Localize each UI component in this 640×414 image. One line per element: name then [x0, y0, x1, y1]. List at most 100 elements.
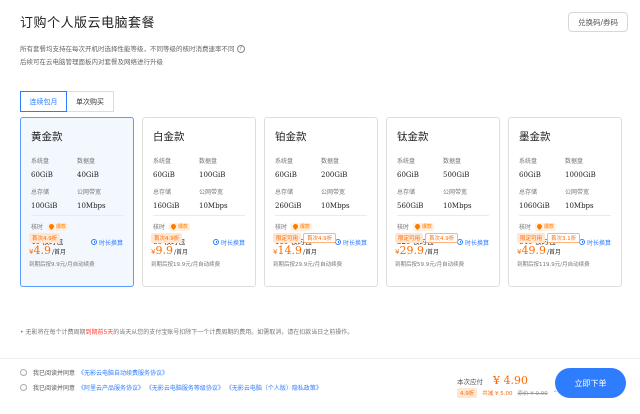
intro-line-2: 后续可在云电脑管理面板内对套餐及网络进行升级: [20, 58, 163, 66]
duration-label: 核时: [31, 224, 44, 231]
hour-conversion-link[interactable]: 时长换算: [90, 238, 123, 247]
system-disk-label: 系统盘: [397, 158, 416, 165]
bandwidth-value: 10Mbps: [321, 202, 350, 210]
renew-text: 到期后按9.9元/月自动续费: [29, 262, 95, 268]
plan-tags: 限定可用 首次3.1折: [517, 233, 581, 243]
fire-icon: [169, 222, 178, 231]
total-storage-value: 100GiB: [31, 202, 58, 210]
note-highlight: 到期前5天: [85, 329, 114, 336]
bandwidth-label: 公网带宽: [443, 189, 468, 196]
hour-conversion-label: 时长换算: [98, 239, 123, 247]
plan-card[interactable]: 钛金款 系统盘 60GiB 数据盘 500GiB 总存储 560GiB 公网带宽…: [386, 117, 500, 287]
hot-badge: 爆款: [291, 222, 313, 231]
total-payable: 本次应付 ¥ 4.90: [457, 374, 528, 387]
price-area: 限定可用 首次4.9折 ¥ 29.9 /首月 到期后按59.9元/月自动续费: [387, 233, 499, 286]
plan-tag: 限定可用: [395, 233, 424, 243]
price-area: 首次4.9折 ¥ 9.9 /首月 到期后按19.9元/月自动续费: [143, 233, 255, 286]
hour-conversion-link[interactable]: 时长换算: [212, 238, 245, 247]
plan-price: 14.9: [277, 244, 302, 257]
total-storage-label: 总存储: [275, 189, 294, 196]
plan-card[interactable]: 铂金款 系统盘 60GiB 数据盘 200GiB 总存储 260GiB 公网带宽…: [264, 117, 378, 287]
plan-name: 钛金款: [397, 131, 429, 143]
agreement-row-2[interactable]: 我已阅读并同意 《阿里云产品服务协议》 《无影云电脑服务等级协议》 《无影云电脑…: [20, 383, 322, 392]
plan-tag: 首次3.1折: [547, 233, 581, 243]
fire-icon: [47, 222, 56, 231]
hour-conversion-label: 时长换算: [220, 239, 245, 247]
hot-badge: 爆款: [169, 222, 191, 231]
help-icon[interactable]: ?: [236, 45, 245, 53]
renew-text: 到期后按19.9元/月自动续费: [151, 262, 221, 268]
plan-price: 4.9: [33, 244, 51, 257]
plan-card[interactable]: 黄金款 系统盘 60GiB 数据盘 40GiB 总存储 100GiB 公网带宽 …: [20, 117, 134, 287]
bandwidth-label: 公网带宽: [77, 189, 102, 196]
fire-icon: [413, 222, 422, 231]
hour-conversion-link[interactable]: 时长换算: [578, 238, 611, 247]
bandwidth-value: 10Mbps: [565, 202, 594, 210]
divider: [275, 215, 367, 216]
total-storage-label: 总存储: [519, 189, 538, 196]
total-storage-label: 总存储: [153, 189, 172, 196]
plan-tags: 首次4.9折: [151, 233, 183, 243]
system-disk-value: 60GiB: [397, 171, 419, 179]
discount-tag: 4.9折: [457, 388, 478, 398]
plan-tag: 首次4.9折: [425, 233, 459, 243]
total-price: ¥ 4.90: [493, 374, 528, 387]
data-disk-value: 200GiB: [321, 171, 348, 179]
data-disk-value: 1000GiB: [565, 171, 596, 179]
hour-conversion-label: 时长换算: [342, 239, 367, 247]
agreement-checkbox-1[interactable]: [20, 369, 27, 376]
price-area: 限定可用 首次3.1折 ¥ 49.9 /首月 到期后按119.9元/月自动续费: [509, 233, 621, 286]
page-title: 订购个人版云电脑套餐: [20, 16, 156, 31]
system-disk-label: 系统盘: [31, 158, 50, 165]
place-order-button[interactable]: 立即下单: [555, 368, 626, 398]
data-disk-label: 数据盘: [565, 158, 584, 165]
data-disk-label: 数据盘: [199, 158, 218, 165]
system-disk-label: 系统盘: [275, 158, 294, 165]
agreement-prefix-1: 我已阅读并同意: [33, 370, 76, 377]
divider: [519, 215, 611, 216]
hour-conversion-link[interactable]: 时长换算: [334, 238, 367, 247]
plan-cards: 黄金款 系统盘 60GiB 数据盘 40GiB 总存储 100GiB 公网带宽 …: [20, 117, 622, 287]
system-disk-value: 60GiB: [519, 171, 541, 179]
price-area: 限定可用 首次4.9折 ¥ 14.9 /首月 到期后按29.9元/月自动续费: [265, 233, 377, 286]
service-agreements-link[interactable]: 《阿里云产品服务协议》 《无影云电脑服务等级协议》 《无影云电脑（个人版）隐私政…: [78, 383, 322, 392]
clock-icon: [90, 239, 97, 245]
plan-price: 29.9: [399, 244, 424, 257]
renew-text: 到期后按59.9元/月自动续费: [395, 262, 465, 268]
redeem-code-button[interactable]: 兑换码/券码: [568, 12, 628, 32]
data-disk-label: 数据盘: [77, 158, 96, 165]
bandwidth-value: 10Mbps: [199, 202, 228, 210]
total-storage-label: 总存储: [31, 189, 50, 196]
saved-amount: 共减 ¥ 5.00: [482, 391, 513, 397]
divider: [153, 215, 245, 216]
agreement-prefix-2: 我已阅读并同意: [33, 385, 76, 392]
plan-card[interactable]: 墨金款 系统盘 60GiB 数据盘 1000GiB 总存储 1060GiB 公网…: [508, 117, 622, 287]
plan-card[interactable]: 白金款 系统盘 60GiB 数据盘 100GiB 总存储 160GiB 公网带宽…: [142, 117, 256, 287]
agreement-checkbox-2[interactable]: [20, 384, 27, 391]
duration-label: 核时: [275, 224, 288, 231]
bandwidth-value: 10Mbps: [77, 202, 106, 210]
bandwidth-label: 公网带宽: [199, 189, 224, 196]
total-storage-value: 1060GiB: [519, 202, 550, 210]
note-suffix: 的当天从您的支付宝账号扣除下一个计费周期的费用。如需取消，请在扣款当日之前操作。: [113, 329, 354, 336]
system-disk-label: 系统盘: [519, 158, 538, 165]
divider: [397, 215, 489, 216]
auto-renew-agreement-link[interactable]: 《无影云电脑自动续费服务协议》: [78, 368, 168, 377]
renew-text: 到期后按119.9元/月自动续费: [517, 262, 590, 268]
note-prefix: • 无影将在每个计费周期: [20, 329, 86, 336]
hot-badge-label: 爆款: [544, 224, 555, 230]
intro-line-1: 所有套餐均支持在每次开机时选择性能等级，不同等级的核时消费速率不同: [20, 45, 235, 53]
tab-monthly[interactable]: 连续包月: [20, 91, 67, 112]
plan-price: 9.9: [155, 244, 173, 257]
agreement-row-1[interactable]: 我已阅读并同意 《无影云电脑自动续费服务协议》: [20, 368, 168, 377]
fire-icon: [535, 222, 544, 231]
system-disk-value: 60GiB: [31, 171, 53, 179]
tab-single-purchase[interactable]: 单次购买: [67, 91, 114, 112]
plan-name: 黄金款: [31, 131, 63, 143]
plan-tags: 限定可用 首次4.9折: [395, 233, 459, 243]
hot-badge-label: 爆款: [422, 224, 433, 230]
hour-conversion-link[interactable]: 时长换算: [456, 238, 489, 247]
data-disk-value: 500GiB: [443, 171, 470, 179]
plan-tags: 首次4.9折: [29, 233, 61, 243]
fire-icon: [291, 222, 300, 231]
